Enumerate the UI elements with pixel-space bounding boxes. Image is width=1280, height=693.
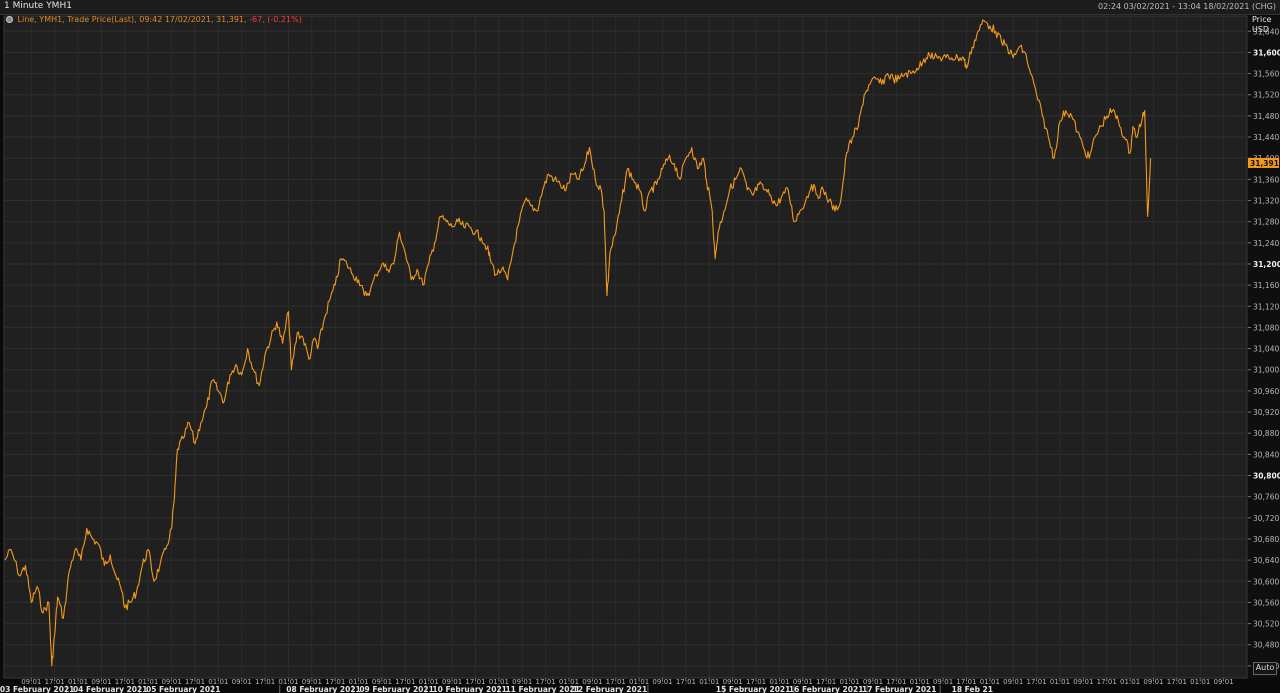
price-chart[interactable]: 30,44030,48030,52030,56030,60030,64030,6… — [0, 0, 1280, 693]
date-label: 17 February 2021 — [862, 685, 937, 693]
y-tick-label: 31,000 — [1253, 366, 1279, 375]
x-tick-label: 09:01 — [1214, 678, 1234, 686]
y-tick-label: 30,840 — [1253, 450, 1279, 459]
date-label: 04 February 2021 — [73, 685, 148, 693]
y-tick-label: 31,480 — [1253, 112, 1279, 121]
y-tick-label: 31,560 — [1253, 70, 1279, 79]
y-tick-label: 31,080 — [1253, 323, 1279, 332]
series-visibility-icon[interactable] — [6, 16, 13, 23]
x-tick-label: 17:01 — [255, 678, 275, 686]
date-label: 10 February 2021 — [432, 685, 507, 693]
y-tick-label: 31,440 — [1253, 133, 1279, 142]
x-tick-label: 09:01 — [1073, 678, 1093, 686]
x-tick-label: 01:01 — [1050, 678, 1070, 686]
y-tick-label: 30,600 — [1253, 577, 1279, 586]
date-label: 18 Feb 21 — [952, 685, 993, 693]
y-tick-label: 31,240 — [1253, 239, 1279, 248]
y-tick-label: 30,760 — [1253, 493, 1279, 502]
y-tick-label: 31,120 — [1253, 302, 1279, 311]
plot-area — [3, 15, 1248, 679]
y-tick-label: 30,480 — [1253, 641, 1279, 650]
date-label: 12 February 2021 — [573, 685, 648, 693]
legend-text: Line, YMH1, Trade Price(Last), 09:42 17/… — [17, 15, 247, 24]
y-tick-label: 31,600 — [1253, 48, 1280, 57]
x-tick-label: 01:01 — [1120, 678, 1140, 686]
x-tick-label: 17:01 — [1097, 678, 1117, 686]
x-tick-label: 09:01 — [652, 678, 672, 686]
x-tick-label: 17:01 — [1167, 678, 1187, 686]
y-tick-label: 30,560 — [1253, 598, 1279, 607]
x-tick-label: 17:01 — [676, 678, 696, 686]
series-legend[interactable]: Line, YMH1, Trade Price(Last), 09:42 17/… — [6, 15, 302, 24]
y-tick-label: 30,960 — [1253, 387, 1279, 396]
date-label: 03 February 2021 — [0, 685, 74, 693]
y-tick-label: 31,320 — [1253, 197, 1279, 206]
y-tick-label: 30,920 — [1253, 408, 1279, 417]
x-tick-label: 09:01 — [1003, 678, 1023, 686]
x-tick-label: 01:01 — [1190, 678, 1210, 686]
y-tick-label: 31,160 — [1253, 281, 1279, 290]
y-tick-label: 31,200 — [1253, 260, 1280, 269]
last-value-label: 31,391 — [1250, 159, 1279, 168]
y-tick-label: 31,040 — [1253, 345, 1279, 354]
x-axis: 09:01 17:01 01:01 09:01 17:01 01:01 09:01 17:01… — [0, 678, 1234, 693]
y-tick-label: 30,880 — [1253, 429, 1279, 438]
date-label: 11 February 2021 — [505, 685, 580, 693]
legend-change: -67, (-0.21%) — [249, 15, 302, 24]
y-tick-label: 30,640 — [1253, 556, 1279, 565]
y-tick-label: 30,800 — [1253, 472, 1280, 481]
x-tick-label: 09:01 — [1143, 678, 1163, 686]
y-tick-label: 31,520 — [1253, 91, 1279, 100]
y-tick-label: 30,520 — [1253, 620, 1279, 629]
date-label: 16 February 2021 — [789, 685, 864, 693]
y-tick-label: 31,360 — [1253, 175, 1279, 184]
auto-scale-button[interactable]: Auto — [1253, 662, 1277, 675]
x-tick-label: 17:01 — [1026, 678, 1046, 686]
y-tick-label: 31,280 — [1253, 218, 1279, 227]
date-label: 08 February 2021 — [286, 685, 361, 693]
currency-label: USD — [1252, 25, 1270, 34]
price-axis-title: Price — [1252, 15, 1272, 24]
date-label: 15 February 2021 — [716, 685, 791, 693]
x-tick-label: 09:01 — [232, 678, 252, 686]
date-label: 05 February 2021 — [146, 685, 221, 693]
y-tick-label: 30,680 — [1253, 535, 1279, 544]
y-tick-label: 30,720 — [1253, 514, 1279, 523]
date-label: 09 February 2021 — [359, 685, 434, 693]
